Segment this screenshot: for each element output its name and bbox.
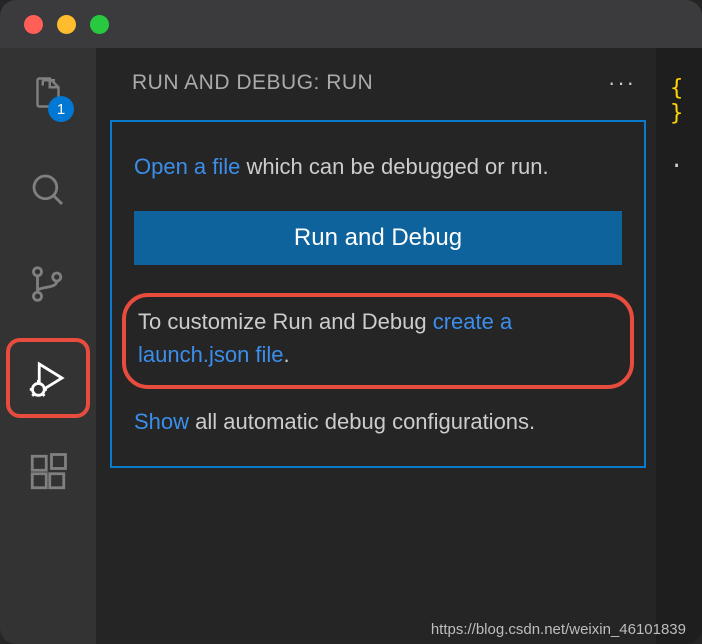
close-window-button[interactable] (24, 15, 43, 34)
panel-header: RUN AND DEBUG: RUN ··· (96, 48, 656, 118)
minimize-window-button[interactable] (57, 15, 76, 34)
extensions-activity-button[interactable] (8, 442, 88, 502)
editor-peek: { } . (656, 48, 702, 644)
play-bug-icon (27, 357, 69, 399)
search-activity-button[interactable] (8, 160, 88, 220)
explorer-activity-button[interactable]: 1 (8, 66, 88, 126)
customize-paragraph: To customize Run and Debug create a laun… (122, 293, 634, 389)
panel-content: Open a file which can be debugged or run… (110, 120, 646, 468)
maximize-window-button[interactable] (90, 15, 109, 34)
editor-brace-glyph: { } (670, 76, 702, 126)
open-file-text: which can be debugged or run. (240, 154, 548, 179)
search-icon (27, 169, 69, 211)
customize-pre-text: To customize Run and Debug (138, 309, 433, 334)
panel-more-button[interactable]: ··· (608, 70, 636, 96)
panel-title: RUN AND DEBUG: RUN (132, 71, 373, 95)
open-file-link[interactable]: Open a file (134, 154, 240, 179)
show-configs-text: all automatic debug configurations. (189, 409, 535, 434)
activity-bar: 1 (0, 48, 96, 644)
source-control-activity-button[interactable] (8, 254, 88, 314)
editor-dot-glyph: . (670, 148, 702, 173)
customize-post-text: . (284, 342, 290, 367)
open-file-paragraph: Open a file which can be debugged or run… (134, 150, 622, 183)
show-configs-paragraph: Show all automatic debug configurations. (134, 405, 622, 438)
titlebar (0, 0, 702, 48)
window-body: 1 (0, 48, 702, 644)
extensions-icon (27, 451, 69, 493)
show-configs-link[interactable]: Show (134, 409, 189, 434)
vscode-window: 1 (0, 0, 702, 644)
branch-icon (27, 263, 69, 305)
watermark-text: https://blog.csdn.net/weixin_46101839 (431, 621, 686, 638)
explorer-badge: 1 (48, 96, 74, 122)
run-debug-activity-button[interactable] (8, 348, 88, 408)
run-and-debug-button[interactable]: Run and Debug (134, 211, 622, 265)
run-debug-panel: RUN AND DEBUG: RUN ··· Open a file which… (96, 48, 656, 644)
